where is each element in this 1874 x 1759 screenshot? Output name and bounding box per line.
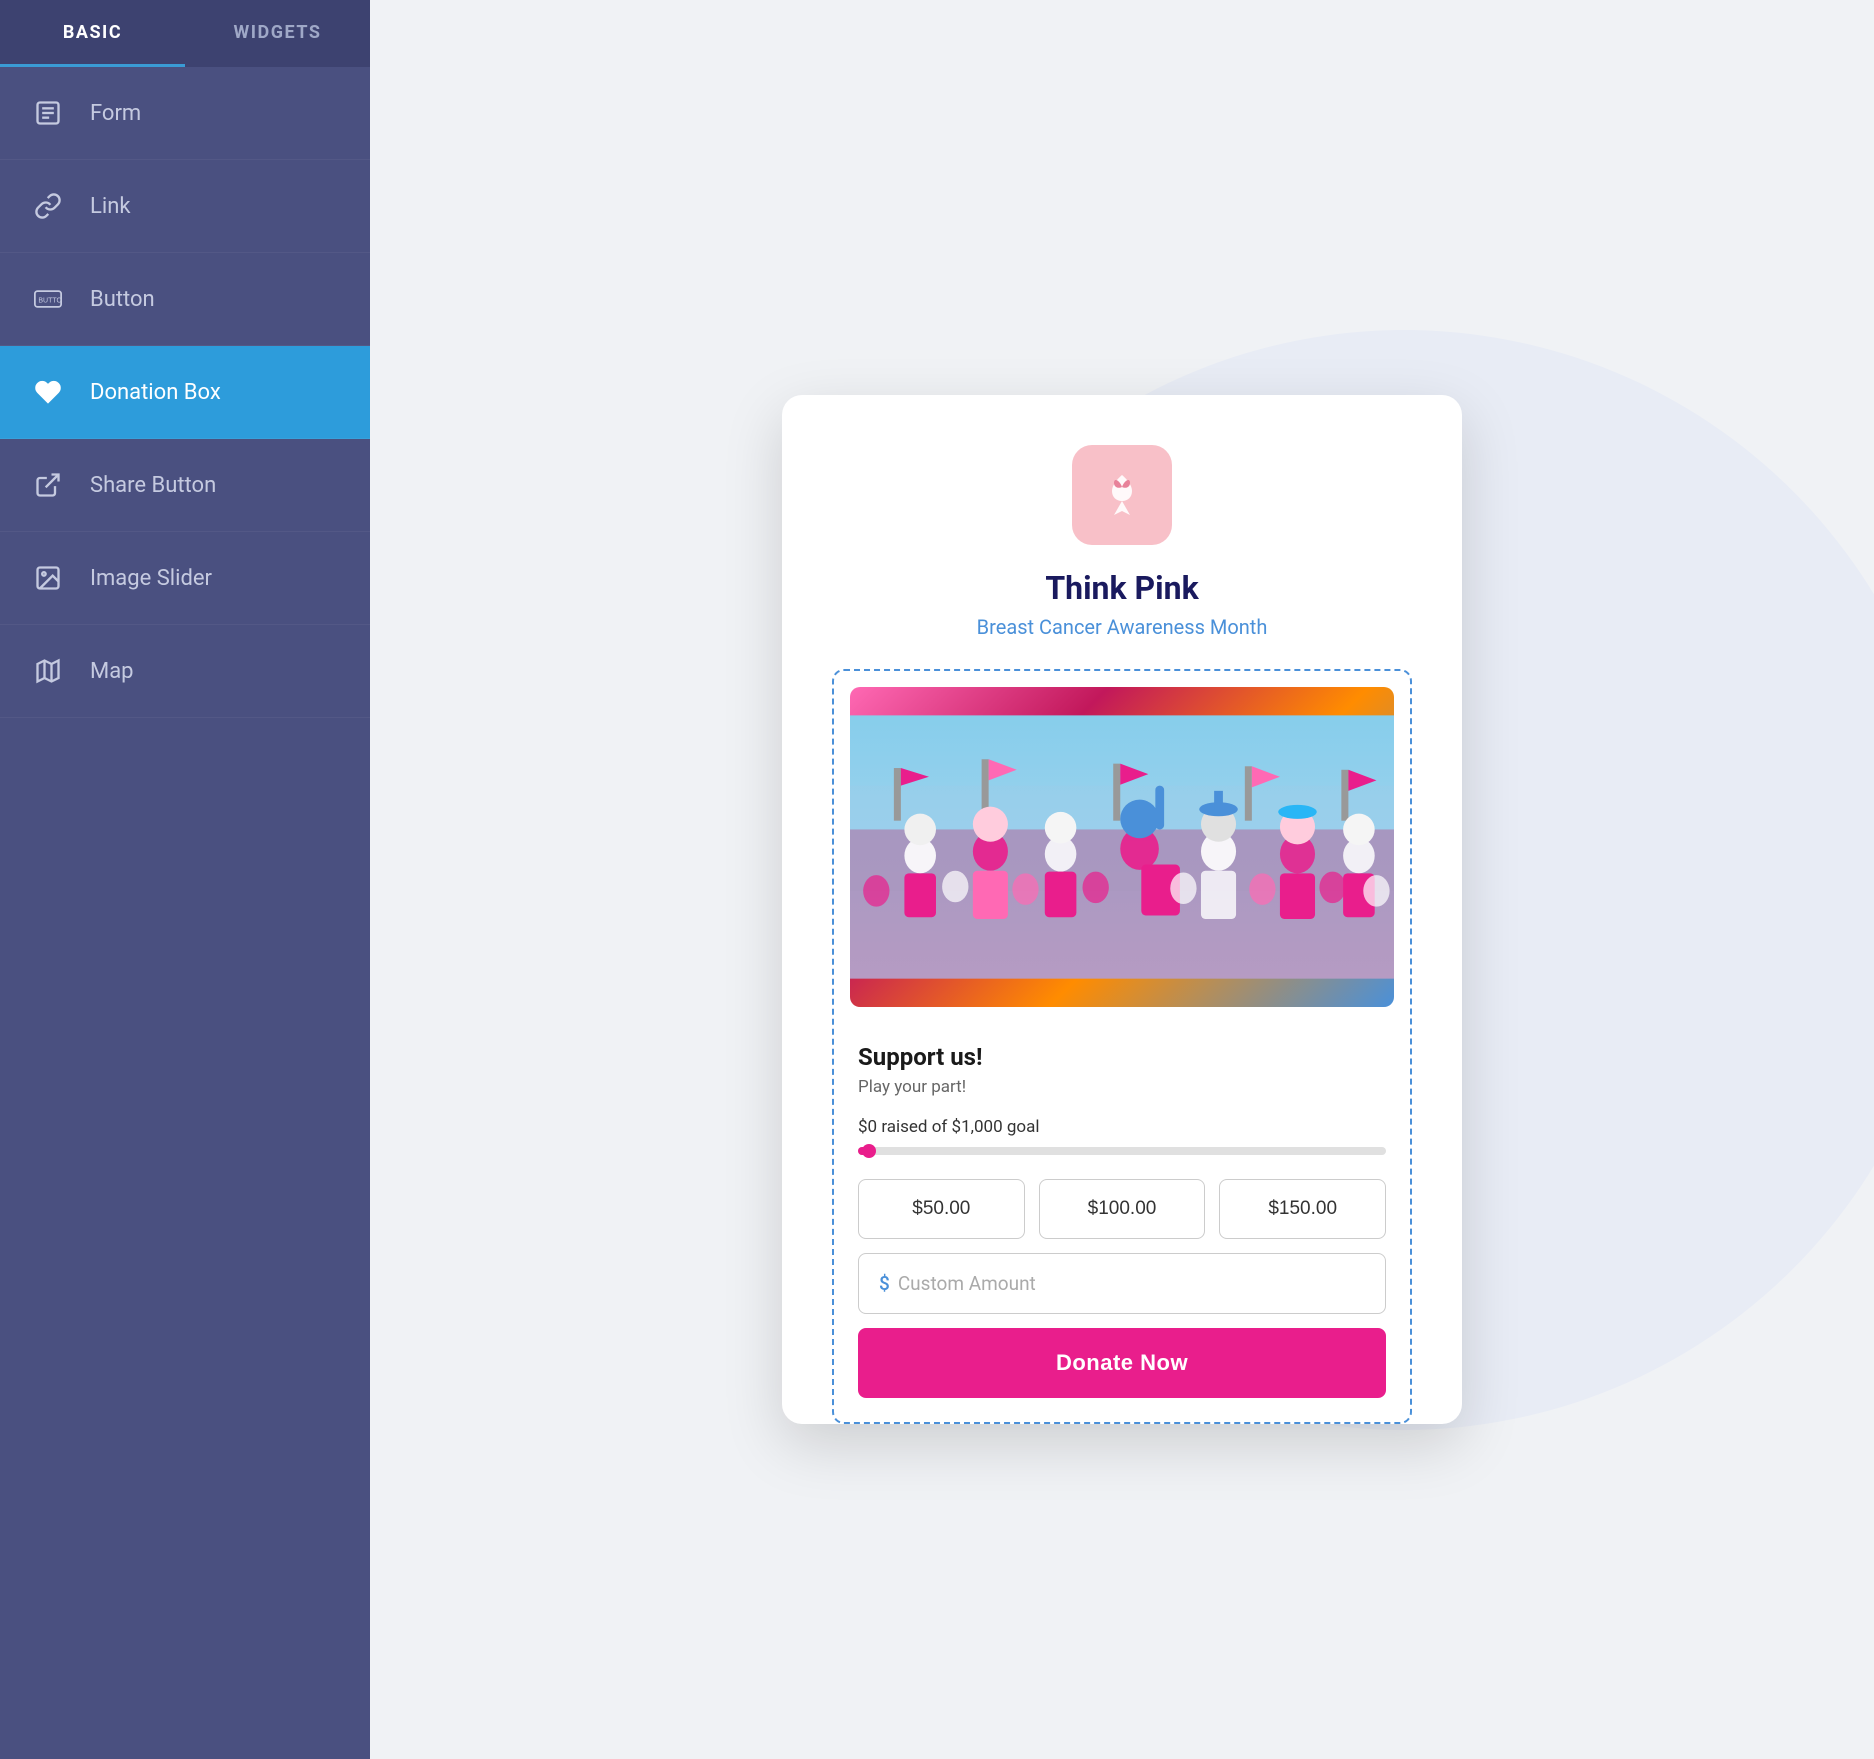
button-label: Button [90, 287, 155, 312]
donation-box-wrapper: Support us! Play your part! $0 raised of… [832, 669, 1412, 1424]
form-label: Form [90, 101, 141, 126]
tab-widgets[interactable]: WIDGETS [185, 0, 370, 65]
sidebar-item-share-button[interactable]: Share Button [0, 439, 370, 532]
card-title: Think Pink [832, 569, 1412, 607]
progress-bar-track [858, 1147, 1386, 1155]
widget-card: Think Pink Breast Cancer Awareness Month [782, 395, 1462, 1424]
sidebar-tabs: BASIC WIDGETS [0, 0, 370, 67]
support-subtitle: Play your part! [858, 1077, 1386, 1097]
ribbon-icon [1072, 445, 1172, 545]
sidebar-item-image-slider[interactable]: Image Slider [0, 532, 370, 625]
event-image [850, 687, 1394, 1007]
custom-amount-label: Custom Amount [898, 1272, 1036, 1295]
svg-text:BUTTON: BUTTON [38, 298, 62, 305]
card-subtitle: Breast Cancer Awareness Month [832, 615, 1412, 639]
sidebar-item-donation-box[interactable]: Donation Box [0, 346, 370, 439]
progress-text: $0 raised of $1,000 goal [858, 1117, 1386, 1137]
main-content: Think Pink Breast Cancer Awareness Month [370, 0, 1874, 1759]
progress-dot [862, 1144, 876, 1158]
map-label: Map [90, 659, 134, 684]
sidebar-item-form[interactable]: Form [0, 67, 370, 160]
donation-box-label: Donation Box [90, 380, 221, 405]
card-header: Think Pink Breast Cancer Awareness Month [832, 445, 1412, 639]
form-icon [30, 95, 66, 131]
donate-now-button[interactable]: Donate Now [858, 1328, 1386, 1398]
amount-btn-100[interactable]: $100.00 [1039, 1179, 1206, 1239]
support-title: Support us! [858, 1043, 1386, 1071]
image-slider-icon [30, 560, 66, 596]
link-label: Link [90, 194, 131, 219]
amount-buttons: $50.00 $100.00 $150.00 [858, 1179, 1386, 1239]
link-icon [30, 188, 66, 224]
button-icon: BUTTON [30, 281, 66, 317]
donation-content: Support us! Play your part! $0 raised of… [834, 1023, 1410, 1422]
heart-icon [30, 374, 66, 410]
sidebar-item-map[interactable]: Map [0, 625, 370, 718]
map-icon [30, 653, 66, 689]
sidebar-item-button[interactable]: BUTTON Button [0, 253, 370, 346]
amount-btn-150[interactable]: $150.00 [1219, 1179, 1386, 1239]
sidebar: BASIC WIDGETS Form Link BUTTON [0, 0, 370, 1759]
image-slider-label: Image Slider [90, 566, 212, 591]
tab-basic[interactable]: BASIC [0, 0, 185, 65]
share-icon [30, 467, 66, 503]
dollar-sign: $ [879, 1272, 890, 1295]
share-button-label: Share Button [90, 473, 216, 498]
amount-btn-50[interactable]: $50.00 [858, 1179, 1025, 1239]
sidebar-item-link[interactable]: Link [0, 160, 370, 253]
custom-amount-wrapper[interactable]: $ Custom Amount [858, 1253, 1386, 1314]
